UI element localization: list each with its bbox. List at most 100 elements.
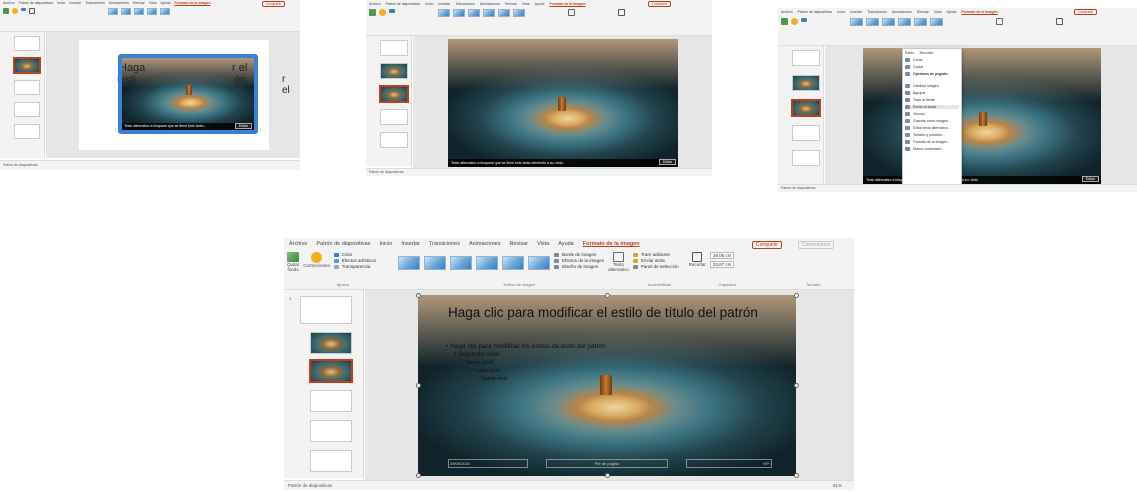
- corrections-icon[interactable]: [12, 8, 18, 14]
- slide-thumbnail-5[interactable]: [310, 420, 352, 442]
- tab-file[interactable]: Archivo: [369, 2, 381, 6]
- tab-view[interactable]: Vista: [149, 1, 157, 5]
- picture-style-6[interactable]: [513, 9, 525, 17]
- share-button[interactable]: Compartir: [1074, 9, 1098, 15]
- slide-thumbnail-6[interactable]: [310, 450, 352, 472]
- crop-button[interactable]: Recortar: [689, 252, 706, 267]
- slide-thumbnail-4[interactable]: [792, 125, 820, 141]
- picture-style-4[interactable]: [476, 256, 499, 270]
- mini-style-button[interactable]: Estilo: [905, 51, 914, 55]
- menu-item-paste-options[interactable]: Opciones de pegado:: [905, 72, 959, 76]
- picture-style-3[interactable]: [450, 256, 473, 270]
- corrections-icon[interactable]: [791, 18, 798, 25]
- resize-handle-bm[interactable]: [605, 473, 610, 478]
- color-icon[interactable]: [801, 18, 807, 22]
- tab-insert[interactable]: Insertar: [69, 1, 81, 5]
- picture-style-2[interactable]: [866, 18, 879, 26]
- tab-file[interactable]: Archivo: [289, 241, 307, 247]
- slide-thumbnail-4[interactable]: [14, 102, 40, 117]
- resize-handle-br[interactable]: [794, 473, 799, 478]
- tab-review[interactable]: Revisar: [505, 2, 517, 6]
- picture-style-4[interactable]: [483, 9, 495, 17]
- picture-effects-button[interactable]: Efectos de la imagen: [554, 258, 604, 263]
- tab-home[interactable]: Inicio: [837, 10, 845, 14]
- tab-slide-master[interactable]: Patrón de diapositivas: [798, 10, 832, 14]
- tab-transitions[interactable]: Transiciones: [429, 241, 460, 247]
- tab-picture-format[interactable]: Formato de la imagen: [174, 1, 210, 5]
- comments-button[interactable]: Comentarios: [798, 241, 835, 249]
- slide-thumbnail-2[interactable]: [380, 63, 408, 79]
- slide-thumbnail-4[interactable]: [310, 390, 352, 412]
- picture-style-5[interactable]: [498, 9, 510, 17]
- transparency-button[interactable]: Transparencia: [333, 264, 376, 269]
- tab-insert[interactable]: Insertar: [438, 2, 450, 6]
- tab-file[interactable]: Archivo: [3, 1, 15, 5]
- picture-style-1[interactable]: [398, 256, 421, 270]
- tab-help[interactable]: Ayuda: [535, 2, 545, 6]
- tab-slide-master[interactable]: Patrón de diapositivas: [19, 1, 53, 5]
- color-button[interactable]: Color: [333, 252, 376, 257]
- slide-thumbnail-3[interactable]: [379, 85, 409, 103]
- tab-view[interactable]: Vista: [934, 10, 942, 14]
- tab-home[interactable]: Inicio: [379, 241, 392, 247]
- vinyl-photo[interactable]: Texto alternativo a bloquear que se tien…: [863, 48, 1101, 184]
- crop-icon[interactable]: [618, 9, 625, 16]
- zoom-level[interactable]: 61%: [833, 483, 842, 488]
- tab-slide-master[interactable]: Patrón de diapositivas: [386, 2, 420, 6]
- tab-review[interactable]: Revisar: [917, 10, 929, 14]
- menu-item-size-position[interactable]: Tamaño y posición...: [905, 133, 959, 137]
- picture-style-6[interactable]: [528, 256, 551, 270]
- vinyl-photo[interactable]: Haga r el esti ón Texto alternativo a bl…: [122, 58, 254, 130]
- resize-handle-tr[interactable]: [794, 293, 799, 298]
- alt-text-edit-button[interactable]: Editar: [658, 159, 676, 165]
- picture-style-5[interactable]: [914, 18, 927, 26]
- picture-style-2[interactable]: [453, 9, 465, 17]
- share-button[interactable]: Compartir: [648, 1, 672, 7]
- color-icon[interactable]: [389, 9, 395, 13]
- tab-picture-format[interactable]: Formato de la imagen: [583, 241, 640, 247]
- tab-insert[interactable]: Insertar: [401, 241, 420, 247]
- menu-item-send-to-back[interactable]: Enviar al fondo: [905, 105, 959, 109]
- share-button[interactable]: Compartir: [262, 1, 286, 7]
- slide-thumbnail-2[interactable]: [310, 332, 352, 354]
- vinyl-photo[interactable]: Haga clic para modificar el estilo de tí…: [418, 295, 796, 476]
- artistic-effects-button[interactable]: Efectos artísticos: [333, 258, 376, 263]
- picture-style-1[interactable]: [850, 18, 863, 26]
- tab-picture-format[interactable]: Formato de la imagen: [961, 10, 997, 14]
- tab-file[interactable]: Archivo: [781, 10, 793, 14]
- remove-background-icon[interactable]: [369, 9, 376, 16]
- menu-item-save-as-picture[interactable]: Guardar como imagen...: [905, 119, 959, 123]
- tab-animations[interactable]: Animaciones: [469, 241, 501, 247]
- menu-item-cut[interactable]: Cortar: [905, 58, 959, 62]
- picture-border-button[interactable]: Borde de imagen: [554, 252, 604, 257]
- tab-home[interactable]: Inicio: [57, 1, 65, 5]
- slide-thumbnail-5[interactable]: [792, 150, 820, 166]
- crop-icon[interactable]: [29, 8, 35, 14]
- tab-animations[interactable]: Animaciones: [480, 2, 500, 6]
- tab-insert[interactable]: Insertar: [850, 10, 862, 14]
- slide-thumbnail-3[interactable]: [14, 80, 40, 95]
- corrections-button[interactable]: Correcciones: [303, 252, 330, 268]
- width-input[interactable]: 33,87 cm: [709, 261, 735, 268]
- picture-layout-button[interactable]: Diseño de imagen: [554, 264, 604, 269]
- resize-handle-bl[interactable]: [416, 473, 421, 478]
- picture-style-1[interactable]: [438, 9, 450, 17]
- height-input[interactable]: 19,05 cm: [709, 252, 735, 259]
- crop-icon[interactable]: [1056, 18, 1063, 25]
- picture-style-3[interactable]: [882, 18, 895, 26]
- picture-style-1[interactable]: [108, 8, 118, 15]
- corrections-icon[interactable]: [379, 9, 386, 16]
- slide-thumbnail-1[interactable]: [300, 296, 352, 324]
- picture-style-6[interactable]: [930, 18, 943, 26]
- alt-text-button[interactable]: Texto alternativo: [608, 252, 629, 272]
- slide-thumbnail-1[interactable]: [792, 50, 820, 66]
- picture-style-5[interactable]: [502, 256, 525, 270]
- menu-item-format-picture[interactable]: Formato de la imagen...: [905, 140, 959, 144]
- selected-picture-frame[interactable]: Haga r el esti ón Texto alternativo a bl…: [118, 54, 258, 134]
- vinyl-photo[interactable]: Texto alternativo a bloquear que se tien…: [448, 39, 678, 167]
- tab-picture-format[interactable]: Formato de la imagen: [549, 2, 585, 6]
- resize-handle-ml[interactable]: [416, 383, 421, 388]
- tab-help[interactable]: Ayuda: [558, 241, 574, 247]
- tab-view[interactable]: Vista: [522, 2, 530, 6]
- slide-thumbnail-1[interactable]: [380, 40, 408, 56]
